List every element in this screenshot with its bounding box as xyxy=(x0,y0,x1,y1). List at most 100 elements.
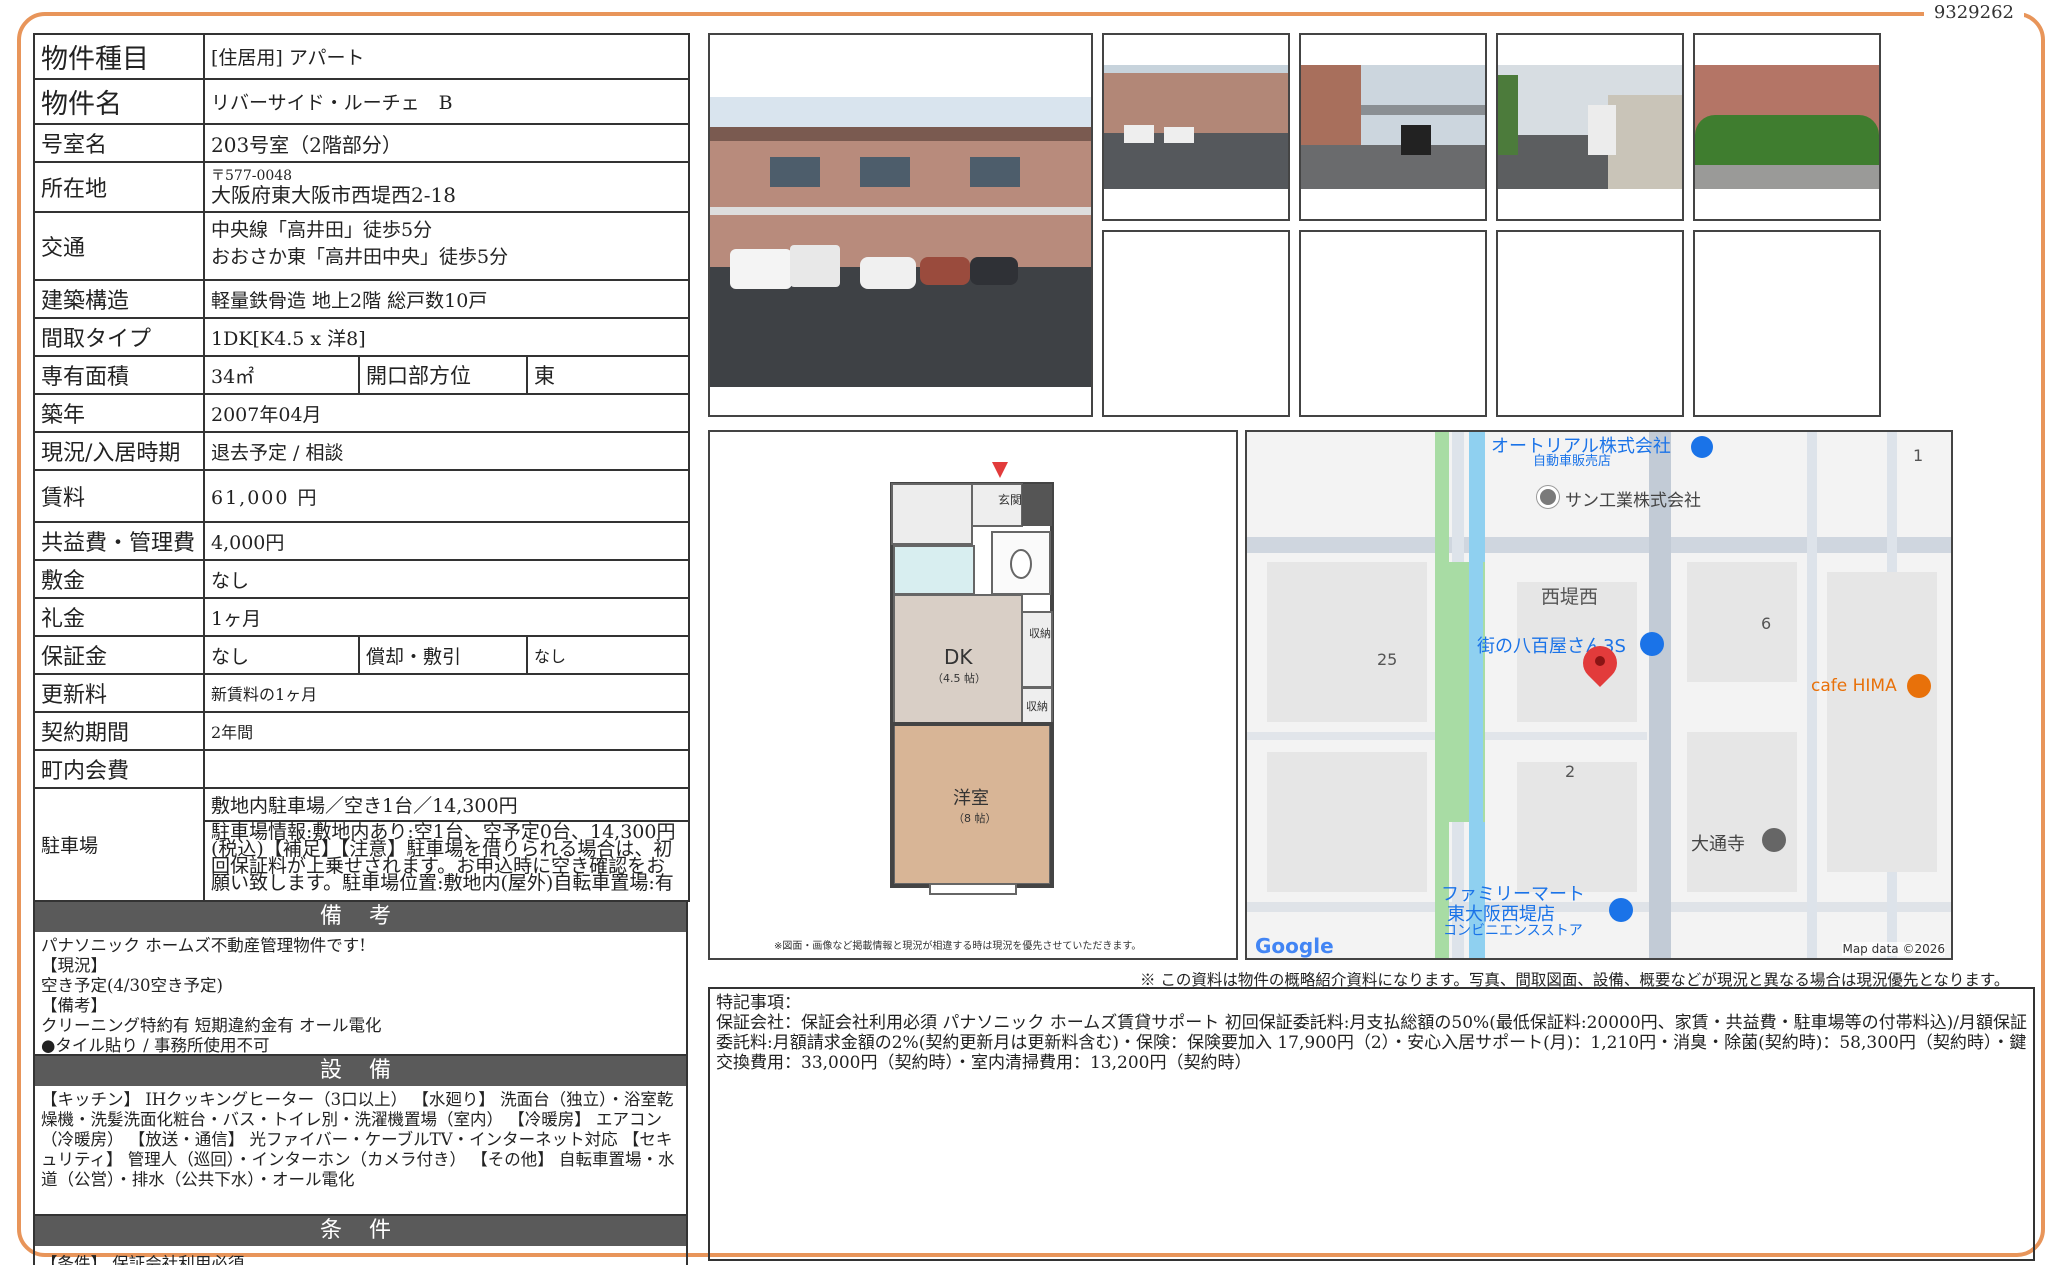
map-number-25: 25 xyxy=(1377,650,1398,669)
poi-icon xyxy=(1691,436,1713,458)
thumbnail-photo-2[interactable] xyxy=(1299,33,1487,221)
area-value: 34㎡ xyxy=(203,355,360,395)
map-label-famima-3: コンビニエンスストア xyxy=(1443,923,1583,939)
name-label: 物件名 xyxy=(33,78,205,125)
fp-dk: DK xyxy=(944,645,973,669)
amortization-value: なし xyxy=(525,635,691,675)
remarks-line: 【現況】 xyxy=(41,956,107,975)
poi-icon xyxy=(1537,486,1559,508)
map-data-credit: Map data ©2026 xyxy=(1842,942,1945,956)
contract-value: 2年間 xyxy=(202,711,691,751)
conditions-body: 【条件】 保証会社利用必須 xyxy=(33,1246,688,1265)
floor-plan-drawing: 玄関 DK （4.5 帖） 収納 収納 洋室 （8 帖） ※図面・画像など掲載情… xyxy=(774,462,1141,952)
map-number-6: 6 xyxy=(1761,614,1772,633)
parking-label: 駐車場 xyxy=(33,787,205,902)
room-value: 203号室（2階部分） xyxy=(202,123,691,163)
map-number-1: 1 xyxy=(1913,446,1924,465)
rent-label: 賃料 xyxy=(33,469,205,523)
fp-youshitsu-size: （8 帖） xyxy=(953,812,997,825)
map-label-nishi: 西堤西 xyxy=(1541,586,1599,608)
town-fee-label: 町内会費 xyxy=(33,749,205,789)
room-label: 号室名 xyxy=(33,123,205,163)
fp-youshitsu: 洋室 xyxy=(953,788,989,809)
rent-value: 61,000 円 xyxy=(202,469,691,523)
temple-icon xyxy=(1762,828,1786,852)
address-value: 大阪府東大阪市西堤西2-18 xyxy=(211,182,456,207)
remarks-header: 備 考 xyxy=(33,902,688,932)
fp-note: ※図面・画像など掲載情報と現況が相違する時は現況を優先させていただきます。 xyxy=(774,939,1141,952)
opening-label: 開口部方位 xyxy=(358,355,528,395)
postal-code: 〒577-0048 xyxy=(211,167,293,184)
map-label-autorial-sub: 自動車販売店 xyxy=(1533,454,1612,469)
parking-value: 敷地内駐車場／空き1台／14,300円 xyxy=(202,787,691,822)
guarantee-label: 保証金 xyxy=(33,635,205,675)
contract-label: 契約期間 xyxy=(33,711,205,751)
remarks-line: ●タイル貼り / 事務所使用不可 xyxy=(41,1036,270,1055)
name-value: リバーサイド・ルーチェ B xyxy=(202,78,691,125)
layout-value: 1DK[K4.5 x 洋8] xyxy=(202,317,691,357)
renewal-label: 更新料 xyxy=(33,673,205,713)
fee-value: 4,000円 xyxy=(202,521,691,561)
poi-icon xyxy=(1640,632,1664,656)
map-number-2: 2 xyxy=(1565,762,1576,781)
transport-cell: 中央線「高井田」徒歩5分おおさか東「高井田中央」徒歩5分 xyxy=(202,211,691,281)
map-pin-dot xyxy=(1595,656,1605,666)
photo-slot-empty-3 xyxy=(1496,230,1684,417)
building-exterior xyxy=(710,97,1091,387)
photo-slot-empty-4 xyxy=(1693,230,1881,417)
document-id: 9329262 xyxy=(1923,2,2024,23)
map-label-san: サン工業株式会社 xyxy=(1565,491,1701,511)
structure-label: 建築構造 xyxy=(33,279,205,319)
spec-table: 物件種目 [住居用] アパート 物件名 リバーサイド・ルーチェ B 号室名 203号室… xyxy=(33,33,691,902)
poi-icon xyxy=(1609,898,1633,922)
special-notes-title: 特記事項： xyxy=(716,993,801,1013)
transport-line-2: おおさか東「高井田中央」徒歩5分 xyxy=(211,246,509,268)
conditions-header: 条 件 xyxy=(33,1216,688,1246)
parking-detail: 駐車場情報:敷地内あり:空1台、空予定0台、14,300円(税込)【補足】【注意… xyxy=(202,820,691,902)
floor-plan[interactable]: 玄関 DK （4.5 帖） 収納 収納 洋室 （8 帖） ※図面・画像など掲載情… xyxy=(708,430,1238,960)
address-cell: 〒577-0048 大阪府東大阪市西堤西2-18 xyxy=(202,161,691,213)
transport-line-1: 中央線「高井田」徒歩5分 xyxy=(211,219,433,241)
spec-panel: 物件種目 [住居用] アパート 物件名 リバーサイド・ルーチェ B 号室名 203号室… xyxy=(33,33,691,1265)
built-label: 築年 xyxy=(33,393,205,433)
status-label: 現況/入居時期 xyxy=(33,431,205,471)
fp-dk-size: （4.5 帖） xyxy=(932,672,986,685)
address-label: 所在地 xyxy=(33,161,205,213)
remarks-line: パナソニック ホームズ不動産管理物件です! xyxy=(41,936,366,955)
fp-genkan: 玄関 xyxy=(998,492,1022,507)
layout-label: 間取タイプ xyxy=(33,317,205,357)
remarks-line: クリーニング特約有 短期違約金有 オール電化 xyxy=(41,1016,382,1035)
fp-storage: 収納 xyxy=(1029,627,1051,640)
equipment-header: 設 備 xyxy=(33,1056,688,1086)
fee-label: 共益費・管理費 xyxy=(33,521,205,561)
type-label: 物件種目 xyxy=(33,33,205,80)
remarks-body: パナソニック ホームズ不動産管理物件です! 【現況】 空き予定(4/30空き予定… xyxy=(33,932,688,1056)
main-photo[interactable] xyxy=(708,33,1093,417)
special-notes-body: 保証会社：保証会社利用必須 パナソニック ホームズ賃貸サポート 初回保証委託料:… xyxy=(716,1013,2028,1073)
opening-value: 東 xyxy=(525,355,691,395)
amortization-label: 償却・敷引 xyxy=(358,635,528,675)
google-logo: Google xyxy=(1255,934,1334,958)
equipment-body: 【キッチン】 IHクッキングヒーター（3口以上） 【水廻り】 洗面台（独立）・浴… xyxy=(33,1086,688,1216)
key-money-label: 礼金 xyxy=(33,597,205,637)
built-value: 2007年04月 xyxy=(202,393,691,433)
special-notes: 特記事項： 保証会社：保証会社利用必須 パナソニック ホームズ賃貸サポート 初回… xyxy=(708,987,2035,1261)
area-label: 専有面積 xyxy=(33,355,205,395)
renewal-value: 新賃料の1ヶ月 xyxy=(202,673,691,713)
location-map[interactable]: オートリアル株式会社 自動車販売店 サン工業株式会社 西堤西 街の八百屋さん3S… xyxy=(1245,430,1953,960)
remarks-line: 空き予定(4/30空き予定) xyxy=(41,976,223,995)
key-money-value: 1ヶ月 xyxy=(202,597,691,637)
photo-slot-empty-2 xyxy=(1299,230,1487,417)
thumbnail-photo-4[interactable] xyxy=(1693,33,1881,221)
cafe-icon xyxy=(1907,674,1931,698)
thumbnail-photo-3[interactable] xyxy=(1496,33,1684,221)
thumbnail-photo-1[interactable] xyxy=(1102,33,1290,221)
status-value: 退去予定 / 相談 xyxy=(202,431,691,471)
map-label-daitsuji: 大通寺 xyxy=(1691,834,1745,855)
transport-label: 交通 xyxy=(33,211,205,281)
photo-slot-empty-1 xyxy=(1102,230,1290,417)
guarantee-value: なし xyxy=(203,635,360,675)
map-label-cafe: cafe HIMA xyxy=(1811,676,1897,696)
remarks-line: 【備考】 xyxy=(41,996,107,1015)
town-fee-value xyxy=(202,749,691,789)
